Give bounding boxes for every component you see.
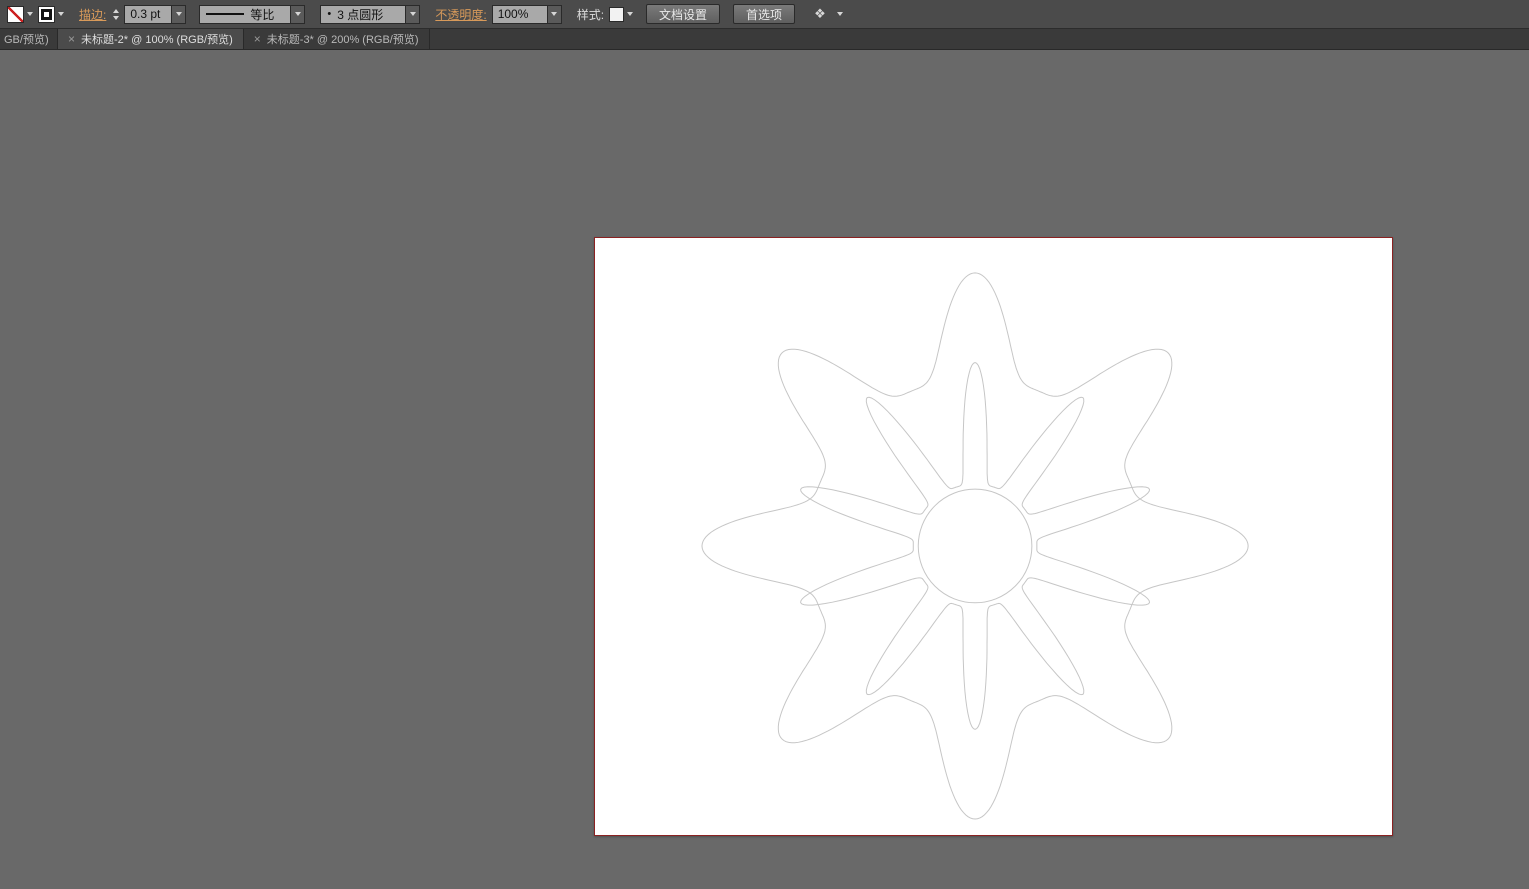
document-setup-button[interactable]: 文档设置 <box>646 4 720 24</box>
style-control[interactable] <box>609 7 633 22</box>
preferences-button[interactable]: 首选项 <box>733 4 795 24</box>
brush-dropdown[interactable]: • 3 点圆形 <box>320 5 406 24</box>
flower-center-circle[interactable] <box>918 489 1032 603</box>
chevron-down-icon <box>176 12 182 16</box>
opacity-input[interactable]: 100% <box>492 5 548 24</box>
chevron-down-icon <box>551 12 557 16</box>
flower-artwork <box>595 238 1392 835</box>
tab-document-2[interactable]: × 未标题-2* @ 100% (RGB/预览) <box>58 29 244 49</box>
document-tab-bar: GB/预览) × 未标题-2* @ 100% (RGB/预览) × 未标题-3*… <box>0 29 1529 50</box>
inner-flower-path[interactable] <box>801 363 1150 730</box>
canvas-area[interactable] <box>0 50 1529 889</box>
chevron-down-icon[interactable] <box>58 12 64 16</box>
opacity-label[interactable]: 不透明度: <box>435 6 486 23</box>
opacity-dropdown-button[interactable] <box>547 5 562 24</box>
width-profile-dropdown[interactable]: 等比 <box>199 5 291 24</box>
chevron-down-icon[interactable] <box>27 12 33 16</box>
uniform-profile-line-icon <box>206 13 244 15</box>
tab-close-icon[interactable]: × <box>254 33 261 45</box>
opacity-control: 100% <box>492 5 562 24</box>
style-swatch-icon[interactable] <box>609 7 624 22</box>
select-similar-icon[interactable]: ❖ <box>814 6 826 22</box>
tab-document-3[interactable]: × 未标题-3* @ 200% (RGB/预览) <box>244 29 430 49</box>
chevron-down-icon[interactable] <box>627 12 633 16</box>
illustrator-window: 描边: 0.3 pt 等比 • 3 点圆形 <box>0 0 1529 889</box>
stroke-width-control: 0.3 pt <box>124 5 186 24</box>
fill-color-control[interactable] <box>7 6 33 23</box>
tab-close-icon[interactable]: × <box>68 33 75 45</box>
width-profile-control: 等比 <box>199 5 305 24</box>
outer-flower-path[interactable] <box>702 273 1248 819</box>
stroke-swatch-icon[interactable] <box>38 6 55 23</box>
round-brush-icon: • <box>327 8 331 20</box>
step-up-icon[interactable] <box>113 9 119 13</box>
control-bar: 描边: 0.3 pt 等比 • 3 点圆形 <box>0 0 1529 29</box>
stroke-label[interactable]: 描边: <box>79 6 106 23</box>
tab-document-1[interactable]: GB/预览) <box>0 29 58 49</box>
brush-dropdown-button[interactable] <box>405 5 420 24</box>
stroke-width-input[interactable]: 0.3 pt <box>124 5 172 24</box>
style-label: 样式: <box>577 6 604 23</box>
width-profile-value: 等比 <box>250 6 274 23</box>
brush-value: 3 点圆形 <box>337 6 383 23</box>
chevron-down-icon[interactable] <box>837 12 843 16</box>
tab-label: GB/预览) <box>4 31 49 47</box>
stroke-width-dropdown-button[interactable] <box>171 5 186 24</box>
step-down-icon[interactable] <box>113 16 119 20</box>
width-profile-dropdown-button[interactable] <box>290 5 305 24</box>
brush-control: • 3 点圆形 <box>320 5 420 24</box>
fill-none-swatch-icon[interactable] <box>7 6 24 23</box>
chevron-down-icon <box>295 12 301 16</box>
artboard[interactable] <box>594 237 1393 836</box>
stroke-width-stepper[interactable] <box>113 9 119 20</box>
chevron-down-icon <box>410 12 416 16</box>
stroke-color-control[interactable] <box>38 6 64 23</box>
tab-label: 未标题-2* @ 100% (RGB/预览) <box>81 31 233 47</box>
tab-label: 未标题-3* @ 200% (RGB/预览) <box>267 31 419 47</box>
